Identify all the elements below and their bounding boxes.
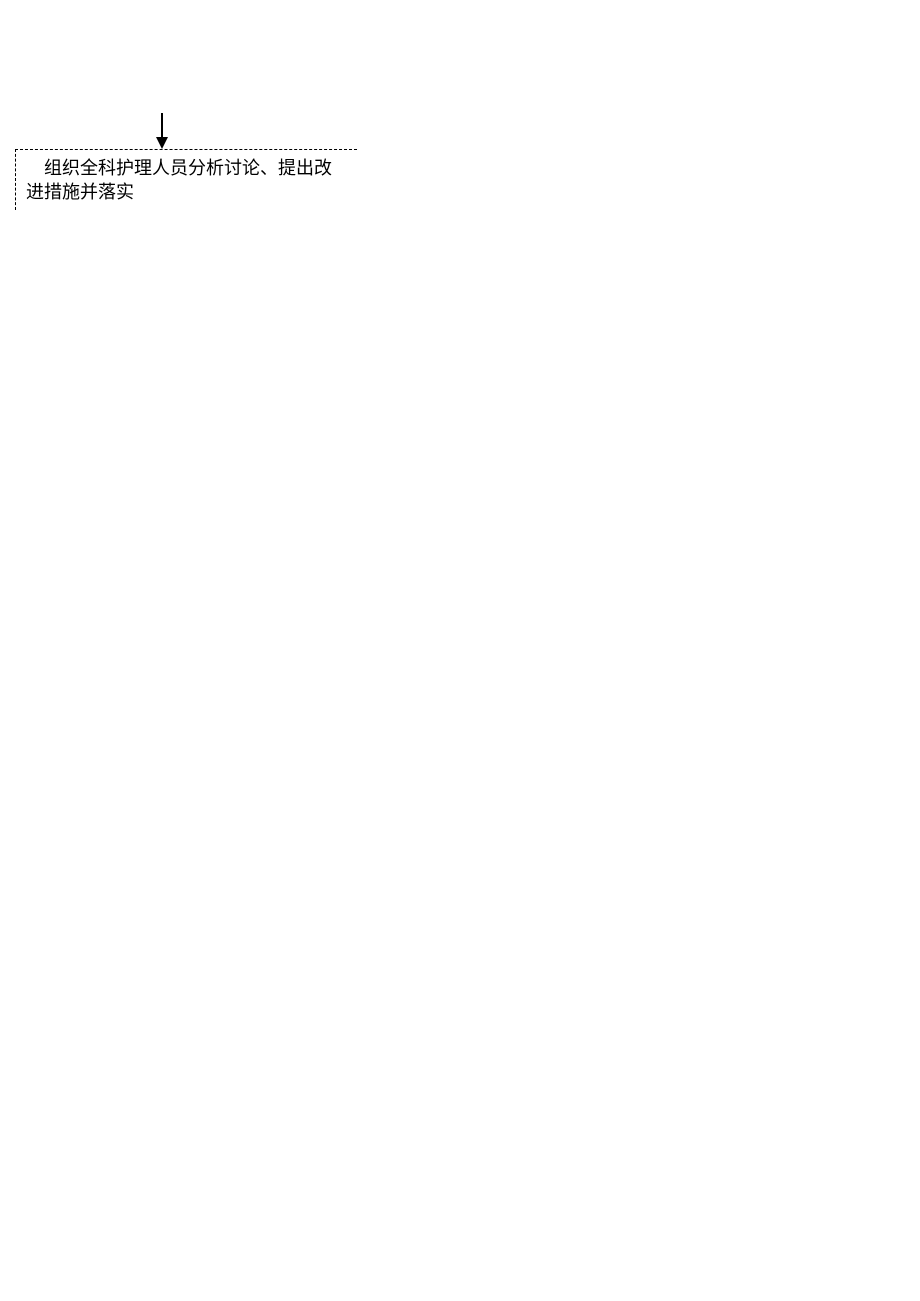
process-box-line1: 组织全科护理人员分析讨论、提出改: [26, 156, 349, 180]
process-box-text: 组织全科护理人员分析讨论、提出改 进措施并落实: [26, 156, 349, 204]
process-box-line2: 进措施并落实: [26, 180, 349, 204]
process-box: 组织全科护理人员分析讨论、提出改 进措施并落实: [15, 149, 357, 210]
down-arrow-icon: [154, 113, 170, 149]
diagram-canvas: 组织全科护理人员分析讨论、提出改 进措施并落实: [0, 0, 920, 1301]
